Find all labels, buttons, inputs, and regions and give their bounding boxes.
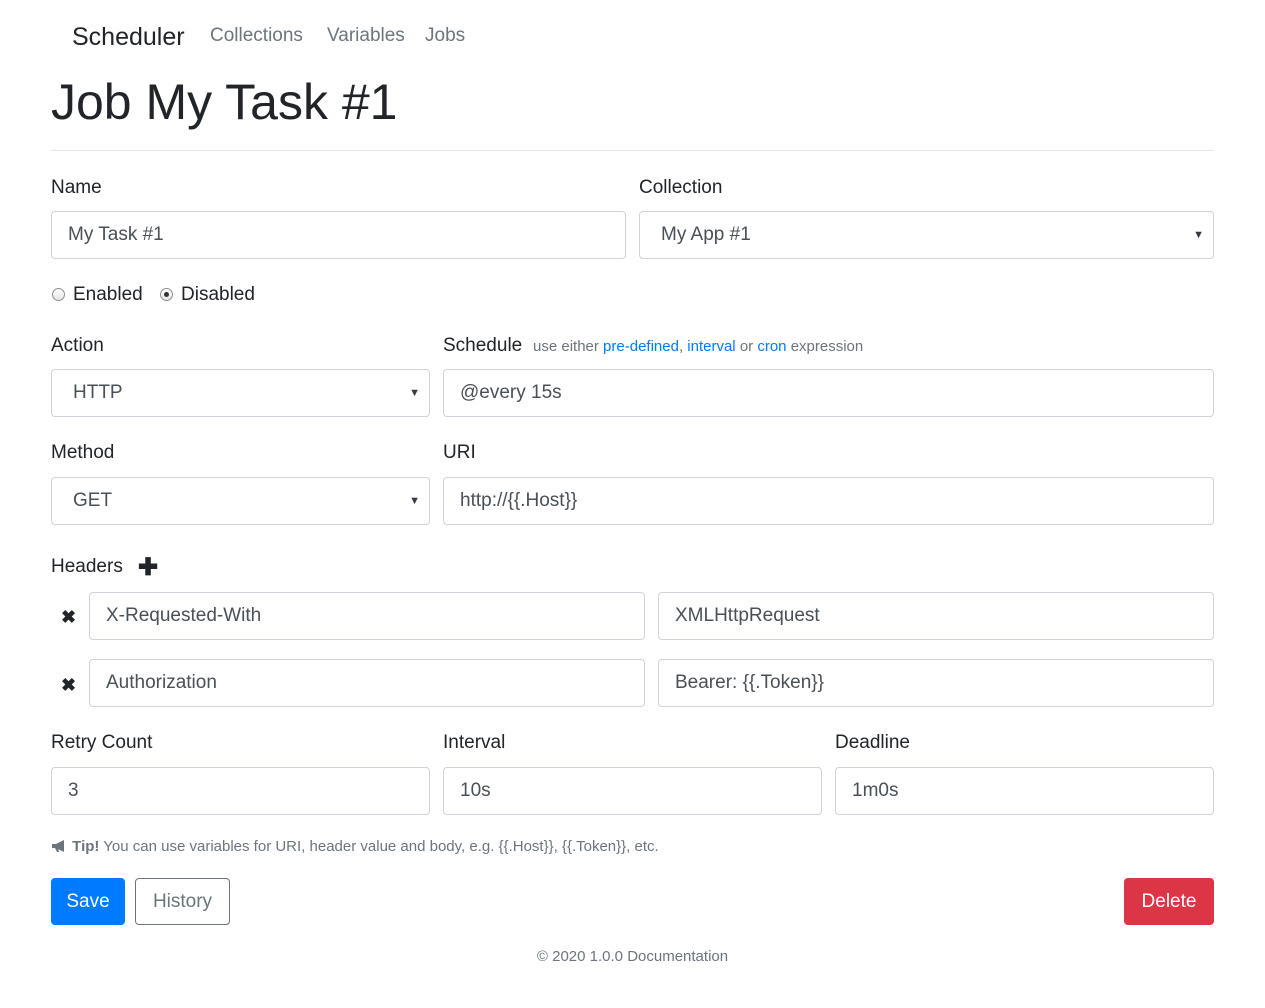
action-label: Action bbox=[51, 335, 104, 356]
method-select-value: GET bbox=[73, 490, 113, 511]
tip-text: Tip! You can use variables for URI, head… bbox=[51, 837, 659, 857]
schedule-hint-suffix: expression bbox=[790, 338, 864, 355]
chevron-down-icon: ▼ bbox=[409, 495, 420, 507]
history-button[interactable]: History bbox=[135, 878, 230, 925]
deadline-label: Deadline bbox=[835, 732, 910, 753]
action-select-value: HTTP bbox=[73, 382, 123, 403]
save-button[interactable]: Save bbox=[51, 878, 125, 925]
chevron-down-icon: ▼ bbox=[1193, 229, 1204, 241]
header-value-input[interactable]: XMLHttpRequest bbox=[658, 592, 1214, 640]
uri-input[interactable]: http://{{.Host}} bbox=[443, 477, 1214, 525]
tip-strong: Tip! bbox=[72, 838, 100, 855]
header-key-input[interactable]: X-Requested-With bbox=[89, 592, 645, 640]
uri-label: URI bbox=[443, 442, 476, 463]
header-key-input[interactable]: Authorization bbox=[89, 659, 645, 707]
headers-label: Headers bbox=[51, 556, 123, 577]
plus-icon[interactable]: ✚ bbox=[138, 556, 158, 580]
page-title: Job My Task #1 bbox=[51, 74, 398, 130]
retry-count-input[interactable]: 3 bbox=[51, 767, 430, 815]
pre-defined-link[interactable]: pre-defined bbox=[603, 338, 679, 355]
deadline-input[interactable]: 1m0s bbox=[835, 767, 1214, 815]
interval-input[interactable]: 10s bbox=[443, 767, 822, 815]
bullhorn-icon bbox=[52, 840, 64, 852]
interval-link[interactable]: interval bbox=[687, 338, 735, 355]
retry-count-label: Retry Count bbox=[51, 732, 153, 753]
close-icon[interactable]: ✖ bbox=[61, 605, 76, 629]
name-label: Name bbox=[51, 177, 102, 198]
footer: © 2020 1.0.0 Documentation bbox=[536, 948, 729, 965]
schedule-hint: use either pre-defined, interval or cron… bbox=[533, 337, 863, 357]
nav-link-collections[interactable]: Collections bbox=[210, 23, 303, 49]
collection-select-value: My App #1 bbox=[661, 224, 751, 245]
close-icon[interactable]: ✖ bbox=[61, 673, 76, 697]
divider bbox=[51, 150, 1214, 151]
delete-button[interactable]: Delete bbox=[1124, 878, 1214, 925]
tip-body: You can use variables for URI, header va… bbox=[103, 838, 659, 855]
enabled-radio[interactable] bbox=[52, 288, 65, 301]
action-select[interactable]: HTTP ▼ bbox=[51, 369, 430, 417]
cron-link[interactable]: cron bbox=[757, 338, 786, 355]
schedule-hint-or: or bbox=[739, 338, 754, 355]
method-select[interactable]: GET ▼ bbox=[51, 477, 430, 525]
schedule-hint-prefix: use either bbox=[533, 338, 599, 355]
nav-link-jobs[interactable]: Jobs bbox=[425, 23, 465, 49]
collection-select[interactable]: My App #1 ▼ bbox=[639, 211, 1214, 259]
interval-label: Interval bbox=[443, 732, 506, 753]
chevron-down-icon: ▼ bbox=[409, 387, 420, 399]
nav-link-variables[interactable]: Variables bbox=[327, 23, 405, 49]
name-input[interactable]: My Task #1 bbox=[51, 211, 626, 259]
collection-label: Collection bbox=[639, 177, 723, 198]
schedule-hint-sep: , bbox=[678, 338, 684, 355]
schedule-label: Schedule bbox=[443, 335, 523, 356]
nav-brand[interactable]: Scheduler bbox=[72, 20, 185, 54]
schedule-input[interactable]: @every 15s bbox=[443, 369, 1214, 417]
disabled-radio-label[interactable]: Disabled bbox=[181, 282, 255, 308]
method-label: Method bbox=[51, 442, 115, 463]
disabled-radio[interactable] bbox=[160, 288, 173, 301]
enabled-radio-label[interactable]: Enabled bbox=[73, 282, 143, 308]
header-value-input[interactable]: Bearer: {{.Token}} bbox=[658, 659, 1214, 707]
